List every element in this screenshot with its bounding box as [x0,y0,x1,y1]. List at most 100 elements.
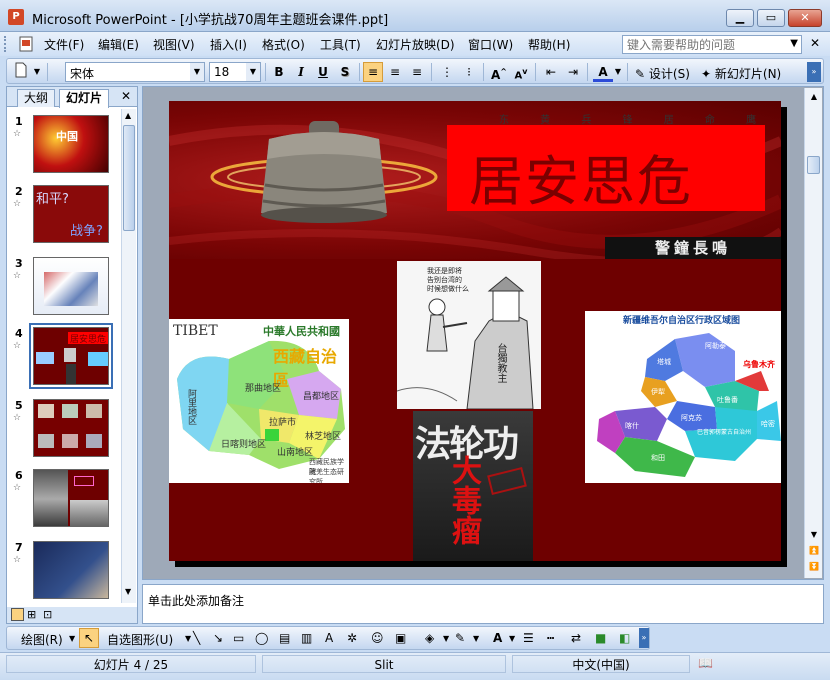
new-document-icon[interactable] [11,62,31,82]
rectangle-icon[interactable]: ▭ [233,631,244,645]
oval-icon[interactable]: ◯ [255,631,268,645]
vertical-textbox-icon[interactable]: ▥ [301,631,312,645]
slide-thumbnail-2[interactable]: 2 ☆ 和平? 战争? [7,185,119,251]
scrollbar-thumb[interactable] [807,156,820,174]
chevron-down-icon[interactable]: ▼ [185,634,191,643]
powerpoint-app-icon[interactable]: P [8,9,24,25]
chevron-down-icon[interactable]: ▼ [69,634,75,643]
design-button[interactable]: ✎ 设计(S) [635,65,690,82]
wordart-icon[interactable]: A [325,631,333,645]
close-button[interactable]: ✕ [788,9,822,27]
toolbar-overflow-icon[interactable]: » [807,62,821,82]
bronze-bell-image[interactable] [209,115,439,235]
help-question-box[interactable]: ▼ [622,35,802,54]
dash-style-icon[interactable]: ┅ [547,631,554,645]
line-style-icon[interactable]: ☰ [523,631,534,645]
align-right-icon[interactable]: ≡ [407,62,427,82]
slides-pane-scrollbar[interactable]: ▲ ▼ [121,109,136,603]
font-color-button[interactable]: A [593,62,613,82]
line-icon[interactable]: ╲ [193,631,200,645]
3d-style-icon[interactable]: ◧ [619,631,630,645]
slide-thumbnail-4[interactable]: 4 ☆ 居安思危 [7,323,119,393]
chevron-down-icon[interactable]: ▼ [790,38,798,49]
new-slide-button[interactable]: ✦ 新幻灯片(N) [701,65,781,82]
normal-view-icon[interactable] [11,608,24,621]
chevron-down-icon[interactable]: ▼ [190,63,204,81]
chevron-down-icon[interactable]: ▼ [473,634,479,643]
arrow-style-icon[interactable]: ⇄ [571,631,581,645]
slide-sorter-icon[interactable]: ⊞ [27,608,36,621]
chevron-down-icon[interactable]: ▼ [246,63,260,81]
italic-button[interactable]: I [291,62,311,82]
textbox-icon[interactable]: ▤ [279,631,290,645]
slide-thumbnail-6[interactable]: 6 ☆ [7,469,119,535]
slide-thumbnail-7[interactable]: 7 ☆ [7,541,119,607]
current-slide[interactable]: 东 黄 兵 锋 居 命 鹰 居安思危 警鐘長鳴 TIBET 中華人民共和國 西藏… [169,101,781,561]
draw-font-color-icon[interactable]: A [493,631,502,645]
chevron-down-icon[interactable]: ▼ [613,62,623,82]
draw-menu-button[interactable]: 绘图(R) [21,631,63,648]
increase-font-icon[interactable]: A^ [489,62,509,82]
slideshow-icon[interactable]: ⊡ [43,608,52,621]
document-close-icon[interactable]: ✕ [810,36,820,50]
tibet-map-image[interactable]: TIBET 中華人民共和國 西藏自治區 阿里地区 那曲地区 昌都地区 日喀则地区… [169,319,349,483]
menu-format[interactable]: 格式(O) [262,36,305,53]
slide-title-box[interactable]: 居安思危 [447,125,765,213]
help-search-input[interactable] [623,36,783,53]
slide-motto[interactable]: 警鐘長鳴 [605,237,781,259]
decrease-font-icon[interactable]: Av [511,62,531,82]
pane-close-icon[interactable]: ✕ [121,89,131,103]
autoshapes-button[interactable]: 自选图形(U) [107,631,173,648]
chevron-down-icon[interactable]: ▼ [509,634,515,643]
shadow-button[interactable]: S [335,62,355,82]
line-color-icon[interactable]: ✎ [455,631,465,645]
menu-insert[interactable]: 插入(I) [210,36,247,53]
scroll-down-icon[interactable]: ▼ [125,587,131,596]
menu-tools[interactable]: 工具(T) [320,36,361,53]
font-size-select[interactable]: 18 ▼ [209,62,261,82]
previous-slide-icon[interactable]: ⏫ [807,544,821,558]
menu-file[interactable]: 文件(F) [44,36,84,53]
scrollbar-thumb[interactable] [123,125,135,231]
picture-icon[interactable]: ▣ [395,631,406,645]
align-left-icon[interactable]: ≡ [363,62,383,82]
diagram-icon[interactable]: ✲ [347,631,357,645]
clipart-icon[interactable]: ☺ [371,631,384,645]
toolbar-overflow-icon[interactable]: » [639,628,649,648]
menu-edit[interactable]: 编辑(E) [98,36,139,53]
numbering-icon[interactable]: ⋮ [437,62,457,82]
scroll-up-icon[interactable]: ▲ [125,111,131,120]
menu-view[interactable]: 视图(V) [153,36,195,53]
scroll-up-icon[interactable]: ▲ [807,90,821,104]
increase-indent-icon[interactable]: ⇥ [563,62,583,82]
document-menu-icon[interactable] [18,36,36,52]
fill-color-icon[interactable]: ◈ [425,631,434,645]
slide-thumbnail-1[interactable]: 1 ☆ 中国 [7,115,119,181]
bold-button[interactable]: B [269,62,289,82]
decrease-indent-icon[interactable]: ⇤ [541,62,561,82]
tab-outline[interactable]: 大纲 [17,89,56,107]
shadow-style-icon[interactable]: ■ [595,631,606,645]
maximize-button[interactable]: ▭ [757,9,785,27]
menu-window[interactable]: 窗口(W) [468,36,513,53]
xinjiang-map-image[interactable]: 新疆维吾尔自治区行政区域图 阿勒泰 塔城 乌鲁木齐 伊犁 吐鲁番 哈密 阿克苏 [585,311,781,483]
tab-slides[interactable]: 幻灯片 [59,89,110,108]
menu-grip-handle[interactable] [4,36,8,52]
scroll-down-icon[interactable]: ▼ [807,528,821,542]
bullets-icon[interactable]: ⁝ [459,62,479,82]
notes-pane[interactable]: 单击此处添加备注 [142,584,824,624]
select-objects-icon[interactable]: ↖ [79,628,99,648]
arrow-icon[interactable]: ↘ [213,631,223,645]
slide-thumbnail-5[interactable]: 5 ☆ [7,399,119,465]
underline-button[interactable]: U [313,62,333,82]
menu-help[interactable]: 帮助(H) [528,36,570,53]
font-name-select[interactable]: 宋体 ▼ [65,62,205,82]
next-slide-icon[interactable]: ⏬ [807,560,821,574]
minimize-button[interactable]: ▁ [726,9,754,27]
cartoon-image[interactable]: 我还是即将 告别台湾的 时候想做什么 台獨教主 [397,261,541,409]
chevron-down-icon[interactable]: ▼ [443,634,449,643]
menu-slideshow[interactable]: 幻灯片放映(D) [376,36,455,53]
align-center-icon[interactable]: ≡ [385,62,405,82]
spellcheck-icon[interactable]: 📖 [698,656,713,670]
toolbar-options-icon[interactable]: ▼ [31,62,43,82]
